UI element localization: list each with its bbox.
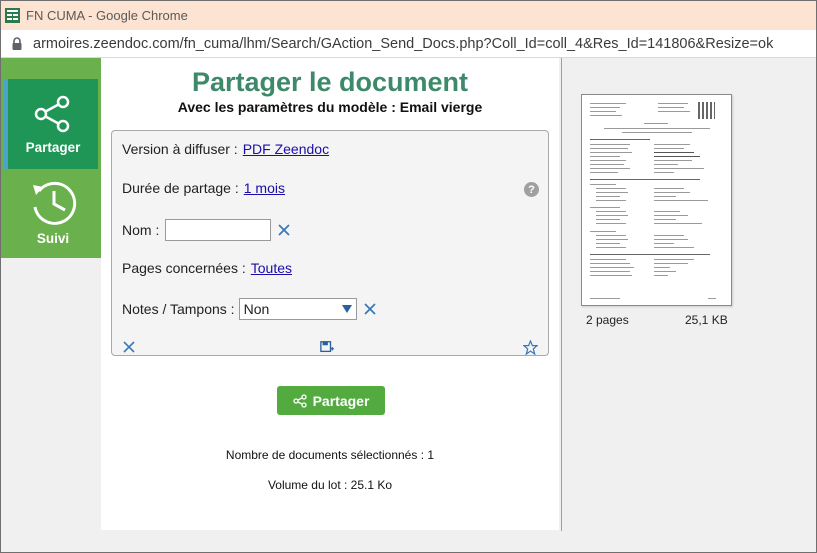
pages-link[interactable]: Toutes <box>251 260 292 276</box>
batch-volume: Volume du lot : 25.1 Ko <box>101 478 559 492</box>
page-title: Partager le document <box>191 67 469 97</box>
share-options-panel: Version à diffuser : PDF Zeendoc Durée d… <box>111 130 549 356</box>
star-icon[interactable] <box>523 340 538 355</box>
version-label: Version à diffuser : <box>122 141 238 157</box>
clear-notes-icon[interactable] <box>363 302 377 316</box>
name-row: Nom : <box>122 219 291 241</box>
version-link[interactable]: PDF Zeendoc <box>243 141 329 157</box>
browser-window: FN CUMA - Google Chrome armoires.zeendoc… <box>0 0 817 553</box>
notes-select[interactable]: Non <box>238 298 357 320</box>
selected-count: Nombre de documents sélectionnés : 1 <box>101 448 559 462</box>
notes-selected-value: Non <box>243 301 270 317</box>
notes-label: Notes / Tampons : <box>122 301 235 317</box>
sidebar-item-partager[interactable]: Partager <box>8 79 98 169</box>
chevron-down-icon <box>341 305 352 313</box>
share-button-label: Partager <box>312 392 370 409</box>
selected-count-label: Nombre de documents sélectionnés : <box>225 448 425 462</box>
clear-name-icon[interactable] <box>277 223 291 237</box>
title-bar: FN CUMA - Google Chrome <box>1 1 816 30</box>
sidebar-item-suivi[interactable]: Suivi <box>8 173 98 263</box>
page-subtitle: Avec les paramètres du modèle : Email vi… <box>177 99 483 115</box>
pages-row: Pages concernées : Toutes <box>122 260 292 276</box>
sidebar-item-label: Partager <box>25 140 81 155</box>
history-clock-icon <box>33 181 77 225</box>
sidebar-item-label: Suivi <box>36 231 70 246</box>
qr-code-icon <box>698 102 715 119</box>
notes-row: Notes / Tampons : Non <box>122 298 377 320</box>
name-label: Nom : <box>122 222 160 238</box>
save-template-icon[interactable] <box>320 340 334 354</box>
lock-icon <box>12 36 22 50</box>
document-thumbnail[interactable] <box>581 94 732 306</box>
address-bar[interactable]: armoires.zeendoc.com/fn_cuma/lhm/Search/… <box>1 30 816 58</box>
duration-link[interactable]: 1 mois <box>244 180 285 196</box>
volume-label: Volume du lot : <box>267 478 348 492</box>
version-row: Version à diffuser : PDF Zeendoc <box>122 141 329 157</box>
preview-file-size: 25,1 KB <box>685 313 728 327</box>
url-text[interactable]: armoires.zeendoc.com/fn_cuma/lhm/Search/… <box>33 36 773 52</box>
volume-value: 25.1 Ko <box>350 478 393 492</box>
share-button[interactable]: Partager <box>277 386 385 415</box>
pages-label: Pages concernées : <box>122 260 246 276</box>
share-icon <box>292 393 307 408</box>
pane-divider <box>561 58 562 531</box>
name-input[interactable] <box>165 219 272 241</box>
selected-count-value: 1 <box>427 448 435 462</box>
close-icon[interactable] <box>122 340 136 354</box>
share-icon <box>34 95 70 133</box>
help-icon[interactable]: ? <box>524 182 539 197</box>
main-content: Partager le document Avec les paramètres… <box>101 58 559 530</box>
window-title: FN CUMA - Google Chrome <box>26 8 188 23</box>
duration-label: Durée de partage : <box>122 180 239 196</box>
sidebar: Partager Suivi <box>1 58 101 258</box>
app-grid-icon <box>5 8 20 23</box>
duration-row: Durée de partage : 1 mois <box>122 180 285 196</box>
preview-page-count: 2 pages <box>586 313 629 327</box>
